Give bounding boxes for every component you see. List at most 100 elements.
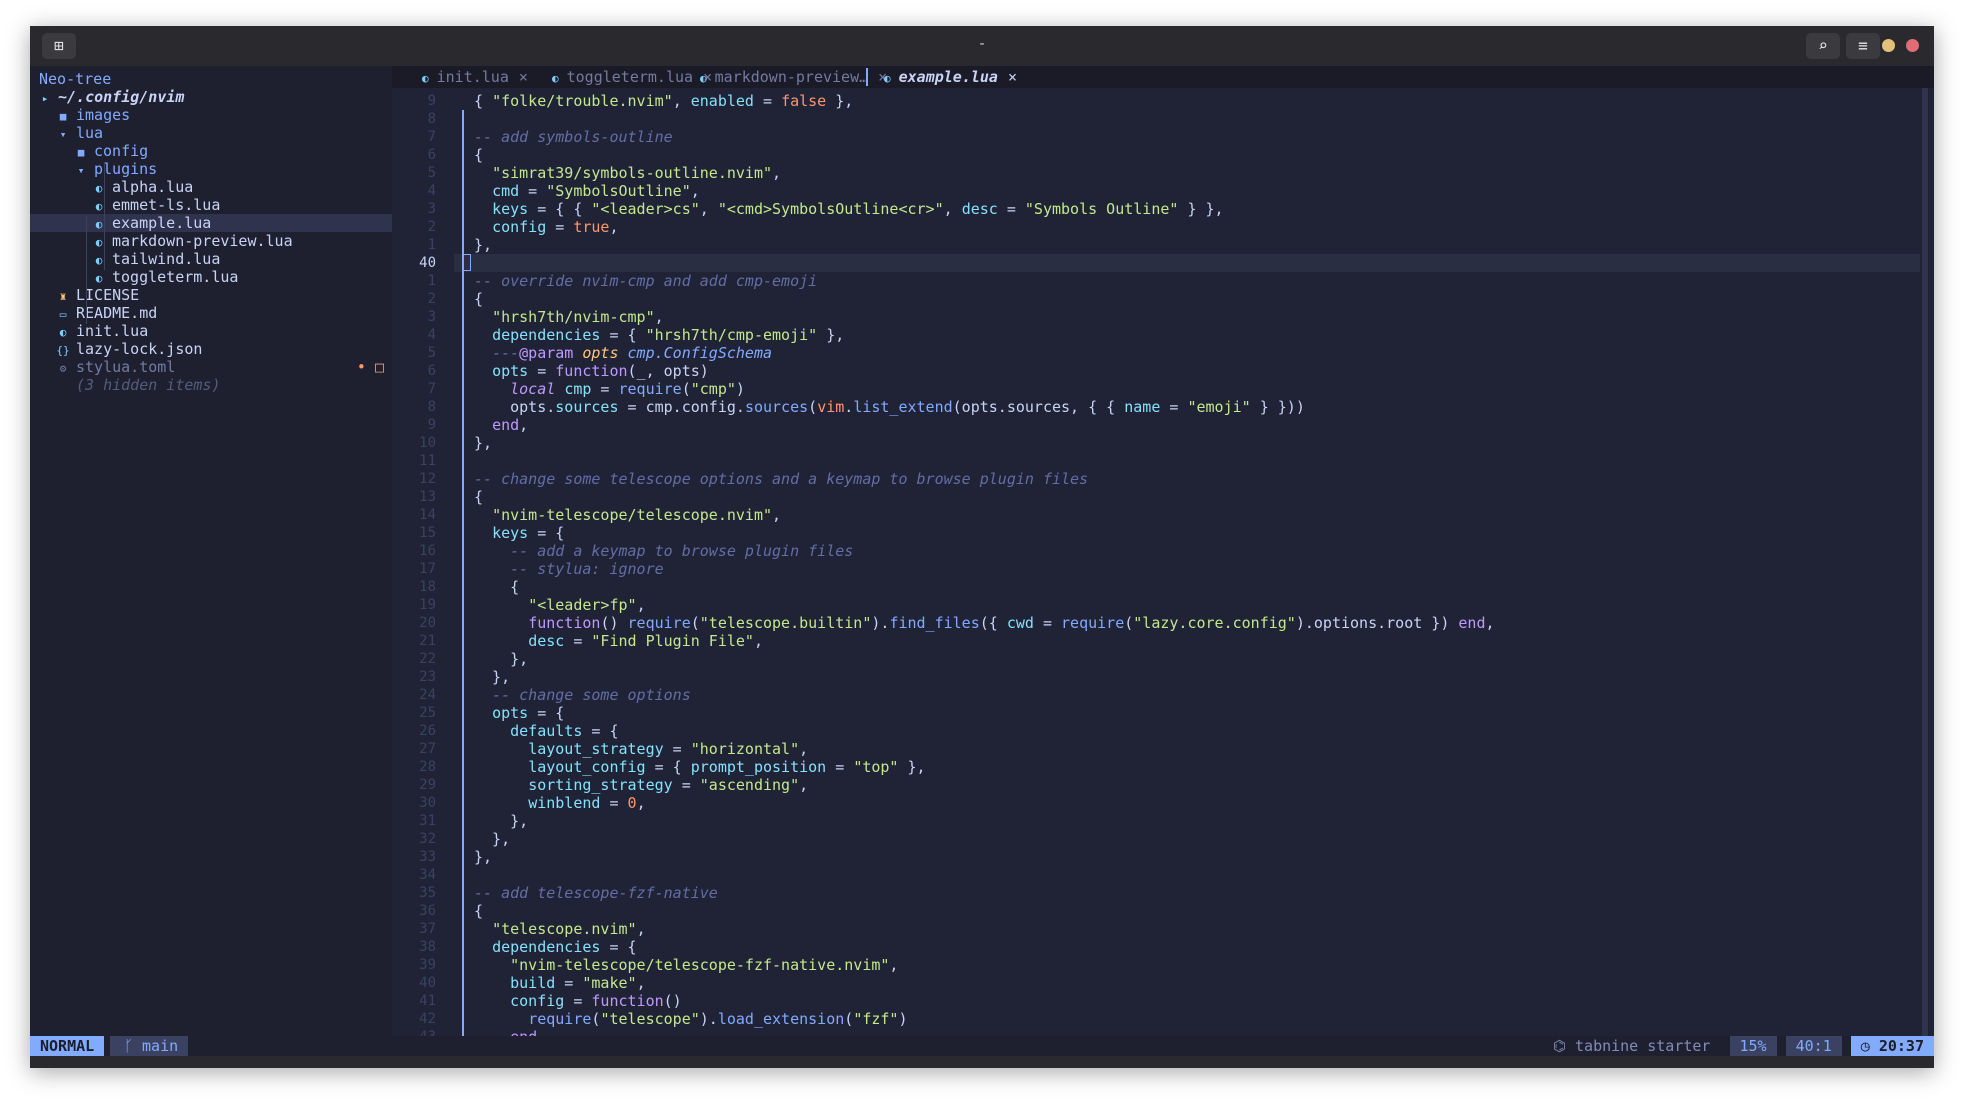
- tab-label: init.lua: [436, 68, 509, 86]
- tree-item[interactable]: ◐ markdown-preview.lua: [30, 232, 392, 250]
- git-status-marker: • □: [356, 358, 384, 376]
- line-number: 24: [419, 687, 436, 703]
- git-branch: ᚴ main: [110, 1036, 189, 1056]
- tree-item[interactable]: {} lazy-lock.json: [30, 340, 392, 358]
- code-line: opts = {: [492, 704, 565, 722]
- code-line: opts = function(_, opts): [492, 362, 709, 380]
- tree-item[interactable]: ◐ init.lua: [30, 322, 392, 340]
- tab-label: example.lua: [898, 68, 998, 86]
- tree-item[interactable]: (3 hidden items): [30, 376, 392, 394]
- code-line: "telescope.nvim",: [492, 920, 646, 938]
- tree-item-label: alpha.lua: [112, 178, 194, 196]
- code-line: -- change some options: [492, 686, 691, 704]
- line-number: 28: [419, 759, 436, 775]
- line-number: 13: [419, 489, 436, 505]
- code-editor[interactable]: { "folke/trouble.nvim", enabled = false …: [454, 88, 1920, 1036]
- buffer-tab[interactable]: ◐ markdown-preview… ×: [700, 66, 887, 88]
- vertical-scrollbar[interactable]: [1922, 88, 1928, 1036]
- tree-item[interactable]: ◐ tailwind.lua: [30, 250, 392, 268]
- code-line: -- override nvim-cmp and add cmp-emoji: [474, 272, 818, 290]
- line-number: 19: [419, 597, 436, 613]
- code-line: {: [474, 290, 484, 308]
- line-number: 5: [427, 345, 436, 361]
- line-number: 39: [419, 957, 436, 973]
- line-number: 11: [419, 453, 436, 469]
- line-number: 40: [419, 255, 436, 271]
- close-button[interactable]: [1906, 39, 1919, 52]
- tree-item[interactable]: ▭ README.md: [30, 304, 392, 322]
- cursor-line-highlight: [454, 254, 1920, 272]
- tree-item-label: ~/.config/nvim: [58, 88, 185, 106]
- line-number: 10: [419, 435, 436, 451]
- lua-file-icon: ◐: [552, 72, 559, 85]
- indent-scope-bar: [462, 110, 464, 1036]
- tree-item[interactable]: ◐ alpha.lua: [30, 178, 392, 196]
- code-line: opts.sources = cmp.config.sources(vim.li…: [474, 398, 1305, 416]
- minimize-button[interactable]: [1882, 39, 1895, 52]
- line-number: 26: [419, 723, 436, 739]
- code-line: dependencies = {: [492, 938, 637, 956]
- line-number: 21: [419, 633, 436, 649]
- line-number: 36: [419, 903, 436, 919]
- tree-item[interactable]: ■ config: [30, 142, 392, 160]
- close-tab-icon[interactable]: ×: [1008, 68, 1017, 86]
- line-number: 38: [419, 939, 436, 955]
- code-line: keys = {: [492, 524, 565, 542]
- title-bar: ⊞ - ⌕ ≡: [30, 26, 1934, 66]
- code-line: end,: [492, 416, 529, 434]
- tree-item-label: lua: [76, 124, 104, 142]
- code-line: layout_strategy = "horizontal",: [528, 740, 809, 758]
- line-number: 1: [427, 237, 436, 253]
- terminal-window: ⊞ - ⌕ ≡ Neo-tree ▸ ~/.config/nvim ■ images ▾…: [30, 26, 1934, 1068]
- tree-item[interactable]: ▾ plugins: [30, 160, 392, 178]
- code-line: build = "make",: [510, 974, 646, 992]
- tree-item-label: README.md: [76, 304, 158, 322]
- tree-item[interactable]: ◐ toggleterm.lua: [30, 268, 392, 286]
- buffer-tab[interactable]: ◐ toggleterm.lua ×: [552, 66, 712, 88]
- tree-item[interactable]: ◐ emmet-ls.lua: [30, 196, 392, 214]
- line-number: 15: [419, 525, 436, 541]
- buffer-tab[interactable]: ◐ example.lua ×: [884, 66, 1017, 88]
- code-line: -- add symbols-outline: [474, 128, 673, 146]
- line-number: 40: [419, 975, 436, 991]
- code-line: ---@param opts cmp.ConfigSchema: [492, 344, 773, 362]
- tree-item-label: emmet-ls.lua: [112, 196, 221, 214]
- code-line: require("telescope").load_extension("fzf…: [528, 1010, 908, 1028]
- tree-item-label: example.lua: [112, 214, 212, 232]
- code-line: "nvim-telescope/telescope.nvim",: [492, 506, 782, 524]
- tree-item[interactable]: ♜ LICENSE: [30, 286, 392, 304]
- line-number: 29: [419, 777, 436, 793]
- tree-item[interactable]: ⚙ stylua.toml • □: [30, 358, 392, 376]
- line-number: 27: [419, 741, 436, 757]
- tree-item[interactable]: ◐ example.lua: [30, 214, 392, 232]
- code-line: { "folke/trouble.nvim", enabled = false …: [474, 92, 854, 110]
- code-line: config = function(): [510, 992, 682, 1010]
- tree-item-label: images: [76, 106, 131, 124]
- buffer-tab[interactable]: ◐ init.lua ×: [422, 66, 528, 88]
- neo-tree-sidebar: Neo-tree ▸ ~/.config/nvim ■ images ▾ lua ■ conf…: [30, 66, 392, 1036]
- code-line: -- add telescope-fzf-native: [474, 884, 718, 902]
- hamburger-menu-icon[interactable]: ≡: [1846, 33, 1880, 59]
- window-title: -: [979, 36, 985, 52]
- line-number: 2: [427, 219, 436, 235]
- tree-item[interactable]: ▾ lua: [30, 124, 392, 142]
- code-line: {: [474, 488, 484, 506]
- code-line: },: [474, 434, 493, 452]
- tab-label: markdown-preview…: [714, 68, 869, 86]
- code-line: layout_config = { prompt_position = "top…: [528, 758, 926, 776]
- line-number: 20: [419, 615, 436, 631]
- code-line: },: [474, 236, 493, 254]
- line-number: 18: [419, 579, 436, 595]
- line-number: 35: [419, 885, 436, 901]
- statusline: NORMAL ᚴ main ⌬ tabnine starter 15% 40:1…: [30, 1036, 1934, 1056]
- close-tab-icon[interactable]: ×: [519, 68, 528, 86]
- code-line: "<leader>fp",: [528, 596, 646, 614]
- lua-file-icon: ◐: [422, 72, 429, 85]
- code-line: },: [474, 668, 511, 686]
- line-number: 33: [419, 849, 436, 865]
- line-number: 25: [419, 705, 436, 721]
- line-number: 2: [427, 291, 436, 307]
- tree-item[interactable]: ▸ ~/.config/nvim: [30, 88, 392, 106]
- tree-item[interactable]: ■ images: [30, 106, 392, 124]
- search-icon[interactable]: ⌕: [1806, 33, 1840, 59]
